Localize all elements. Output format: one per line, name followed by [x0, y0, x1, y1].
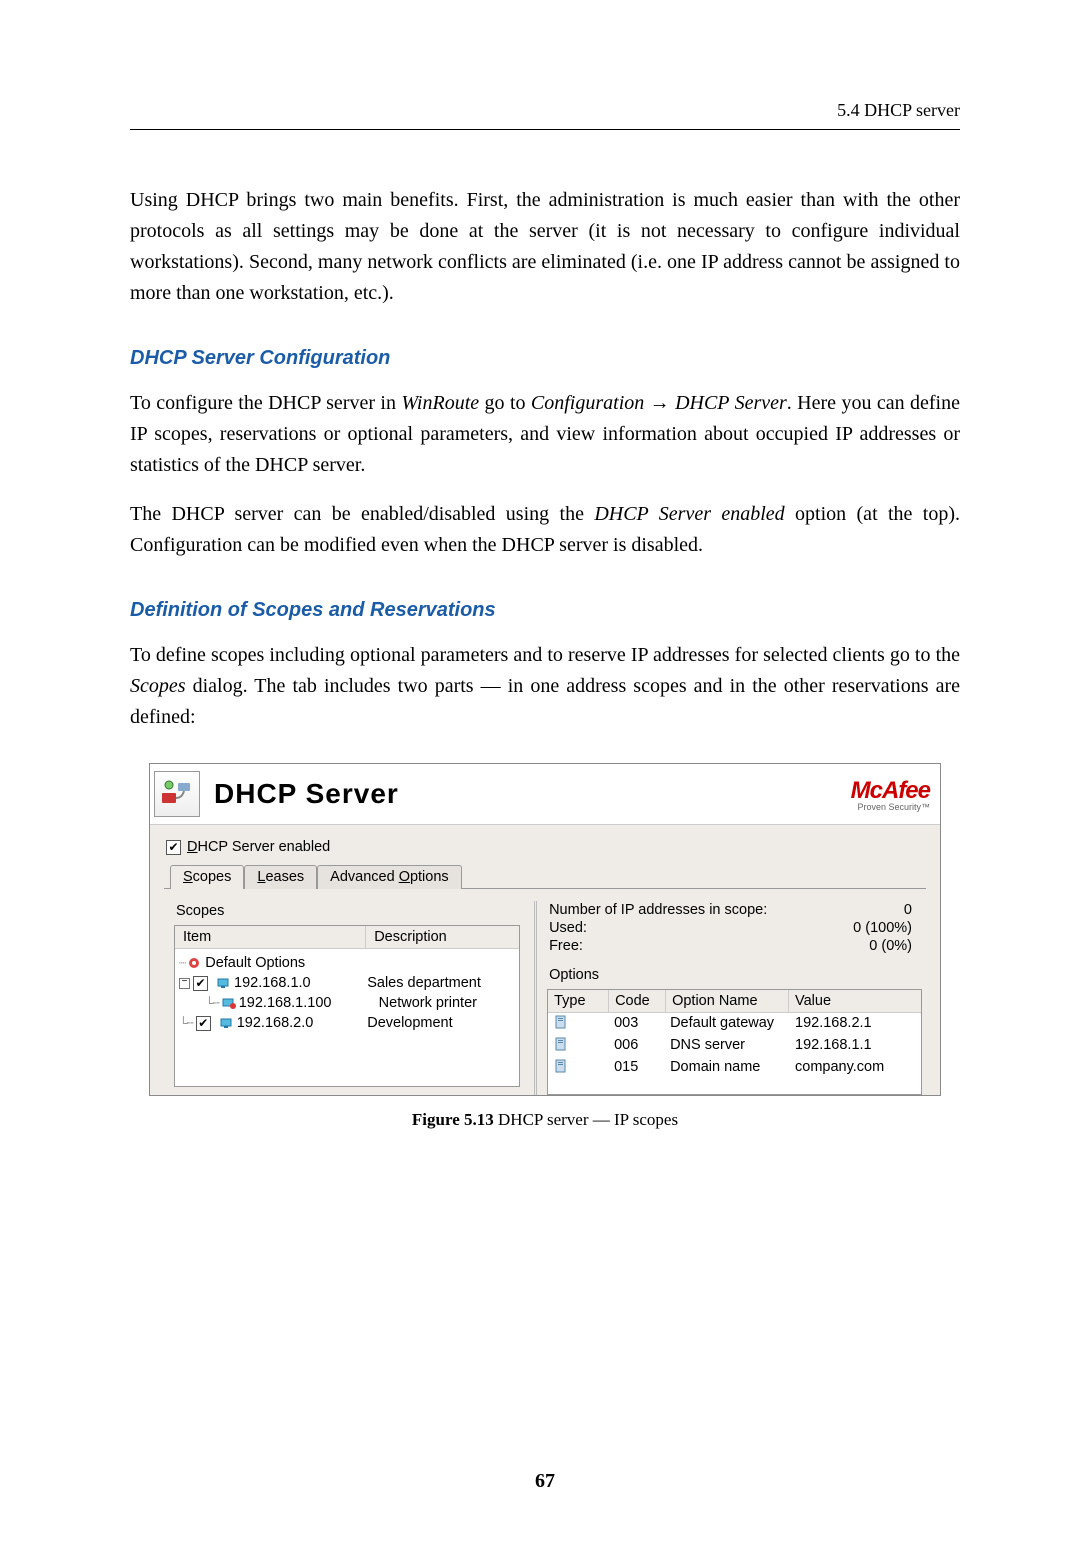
- gear-icon: [188, 957, 202, 969]
- scopes-tree[interactable]: Item Description ┈: [174, 925, 520, 1087]
- option-row[interactable]: 015 Domain name company.com: [548, 1057, 921, 1079]
- tree-row-default-options[interactable]: ┈ Default Options: [179, 953, 515, 973]
- paragraph-enable-note: The DHCP server can be enabled/disabled …: [130, 499, 960, 561]
- collapse-icon[interactable]: −: [179, 978, 190, 989]
- options-header: Type Code Option Name Value: [548, 990, 921, 1013]
- dhcp-icon: [154, 771, 200, 817]
- dhcp-window: DHCP Server McAfee Proven Security™ ✔ DH…: [149, 763, 941, 1096]
- tree-row-scope-2[interactable]: └╌ ✔ 192.168.2.0 Development: [179, 1013, 515, 1033]
- tree-header: Item Description: [175, 926, 519, 949]
- heading-scopes-reservations: Definition of Scopes and Reservations: [130, 599, 960, 622]
- mcafee-logo: McAfee Proven Security™: [851, 777, 930, 812]
- running-header: 5.4 DHCP server: [130, 100, 960, 130]
- paragraph-config-path: To configure the DHCP server in WinRoute…: [130, 388, 960, 481]
- paragraph-scopes-intro: To define scopes including optional para…: [130, 640, 960, 733]
- option-icon: [554, 1015, 570, 1029]
- col-item: Item: [175, 926, 366, 948]
- stat-count: Number of IP addresses in scope: 0: [547, 901, 922, 919]
- option-icon: [554, 1037, 570, 1051]
- stat-used: Used: 0 (100%): [547, 919, 922, 937]
- heading-dhcp-config: DHCP Server Configuration: [130, 347, 960, 370]
- tab-scopes[interactable]: Scopes: [170, 865, 244, 889]
- col-description: Description: [366, 926, 519, 948]
- paragraph-benefits: Using DHCP brings two main benefits. Fir…: [130, 185, 960, 309]
- scopes-label: Scopes: [176, 903, 520, 919]
- figure-dhcp-scopes: DHCP Server McAfee Proven Security™ ✔ DH…: [130, 763, 960, 1130]
- tab-advanced-options[interactable]: Advanced Options: [317, 865, 462, 889]
- dhcp-enabled-checkbox[interactable]: ✔ DHCP Server enabled: [164, 835, 926, 865]
- network-icon: [217, 977, 231, 989]
- tab-bar: Scopes Leases Advanced Options: [170, 865, 926, 889]
- window-title: DHCP Server: [214, 778, 399, 810]
- options-label: Options: [549, 967, 922, 983]
- network-icon: [220, 1017, 234, 1029]
- stat-free: Free: 0 (0%): [547, 937, 922, 955]
- host-icon: [222, 997, 236, 1009]
- tab-leases[interactable]: Leases: [244, 865, 317, 889]
- option-row[interactable]: 006 DNS server 192.168.1.1: [548, 1035, 921, 1057]
- page-number: 67: [130, 1470, 960, 1493]
- checkbox-icon: ✔: [166, 840, 181, 855]
- tree-row-scope-1[interactable]: − ✔ 192.168.1.0 Sales department: [179, 973, 515, 993]
- window-titlebar: DHCP Server McAfee Proven Security™: [150, 764, 940, 825]
- checkbox-icon[interactable]: ✔: [196, 1016, 211, 1031]
- options-table[interactable]: Type Code Option Name Value 003 Default …: [547, 989, 922, 1095]
- checkbox-icon[interactable]: ✔: [193, 976, 208, 991]
- option-icon: [554, 1059, 570, 1073]
- figure-caption: Figure 5.13 DHCP server — IP scopes: [130, 1110, 960, 1130]
- tree-row-reservation-1[interactable]: └╌ 192.168.1.100 Network printer: [179, 993, 515, 1013]
- option-row[interactable]: 003 Default gateway 192.168.2.1: [548, 1013, 921, 1035]
